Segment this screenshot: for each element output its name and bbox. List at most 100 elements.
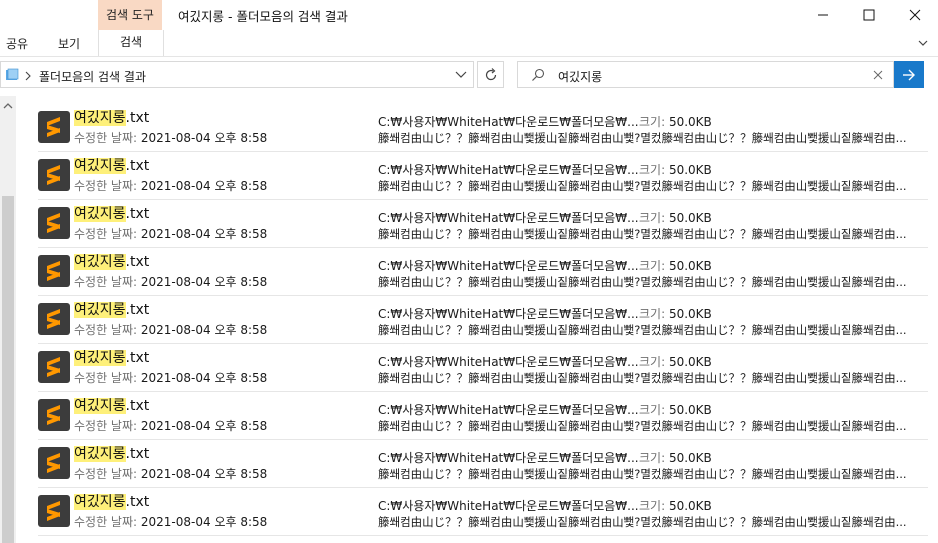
sublime-text-file-icon: [38, 351, 70, 383]
modified-date-field: 수정한 날짜: 2021-08-04 오후 8:58: [74, 129, 267, 146]
row-divider: [38, 535, 928, 536]
search-result-row[interactable]: 여깄지롱.txt 수정한 날짜: 2021-08-04 오후 8:58 C:₩사…: [16, 392, 938, 440]
file-size-value: 50.0KB: [668, 355, 712, 369]
file-content-preview: 籐쐐컴由山じ？？籐쐐컴由山뾏援山짙籐쐐컴由山뾏?멸컸籐쐐컴由山じ？？籐쐐컴由山뾏…: [378, 467, 907, 481]
file-name[interactable]: 여깄지롱.txt: [74, 443, 149, 463]
file-name-extension: .txt: [125, 206, 150, 222]
search-results-folder-icon: [6, 68, 19, 80]
vertical-scrollbar[interactable]: [0, 96, 16, 543]
modified-date-label: 수정한 날짜:: [74, 371, 138, 385]
modified-date-field: 수정한 날짜: 2021-08-04 오후 8:58: [74, 225, 267, 242]
breadcrumb-chevron-icon[interactable]: [24, 71, 32, 81]
file-size-value: 50.0KB: [668, 163, 712, 177]
ribbon-expand-button[interactable]: [916, 36, 930, 50]
search-result-row[interactable]: 여깄지롱.txt 수정한 날짜: 2021-08-04 오후 8:58 C:₩사…: [16, 104, 938, 152]
modified-date-value: 2021-08-04 오후 8:58: [140, 179, 268, 193]
tab-share[interactable]: 공유: [0, 33, 34, 55]
file-size-field: 크기: 50.0KB: [639, 209, 712, 226]
file-name-match: 여깄지롱: [74, 158, 126, 174]
address-path: 폴더모음의 검색 결과: [39, 70, 146, 84]
modified-date-label: 수정한 날짜:: [74, 515, 138, 529]
minimize-button[interactable]: [800, 0, 846, 30]
file-path: C:₩사용자₩WhiteHat₩다운로드₩폴더모음₩...: [378, 403, 639, 417]
chevron-down-icon: [918, 40, 928, 46]
file-name[interactable]: 여깄지롱.txt: [74, 299, 149, 319]
scrollbar-thumb[interactable]: [2, 196, 14, 543]
refresh-button[interactable]: [477, 61, 504, 88]
search-result-row[interactable]: 여깄지롱.txt 수정한 날짜: 2021-08-04 오후 8:58 C:₩사…: [16, 440, 938, 488]
search-results-list: 여깄지롱.txt 수정한 날짜: 2021-08-04 오후 8:58 C:₩사…: [16, 104, 938, 536]
modified-date-label: 수정한 날짜:: [74, 131, 138, 145]
file-content-preview: 籐쐐컴由山じ？？籐쐐컴由山뾏援山짙籐쐐컴由山뾏?멸컸籐쐐컴由山じ？？籐쐐컴由山뾏…: [378, 275, 907, 289]
sublime-text-file-icon: [38, 495, 70, 527]
file-name-extension: .txt: [125, 254, 150, 270]
scroll-up-icon[interactable]: [3, 102, 13, 110]
file-size-field: 크기: 50.0KB: [639, 497, 712, 514]
file-size-label: 크기:: [639, 163, 666, 177]
file-name[interactable]: 여깄지롱.txt: [74, 395, 149, 415]
modified-date-value: 2021-08-04 오후 8:58: [140, 323, 268, 337]
file-size-label: 크기:: [639, 211, 666, 225]
file-size-value: 50.0KB: [668, 499, 712, 513]
close-button[interactable]: [892, 0, 938, 30]
file-name-extension: .txt: [125, 350, 150, 366]
file-size-label: 크기:: [639, 307, 666, 321]
file-content-preview: 籐쐐컴由山じ？？籐쐐컴由山뾏援山짙籐쐐컴由山뾏?멸컸籐쐐컴由山じ？？籐쐐컴由山뾏…: [378, 179, 907, 193]
sublime-text-file-icon: [38, 159, 70, 191]
search-result-row[interactable]: 여깄지롱.txt 수정한 날짜: 2021-08-04 오후 8:58 C:₩사…: [16, 488, 938, 536]
file-size-value: 50.0KB: [668, 211, 712, 225]
clear-search-icon[interactable]: [873, 70, 883, 80]
sublime-text-file-icon: [38, 111, 70, 143]
file-size-value: 50.0KB: [668, 403, 712, 417]
search-result-row[interactable]: 여깄지롱.txt 수정한 날짜: 2021-08-04 오후 8:58 C:₩사…: [16, 152, 938, 200]
maximize-button[interactable]: [846, 0, 892, 30]
file-size-field: 크기: 50.0KB: [639, 113, 712, 130]
file-content-preview: 籐쐐컴由山じ？？籐쐐컴由山뾏援山짙籐쐐컴由山뾏?멸컸籐쐐컴由山じ？？籐쐐컴由山뾏…: [378, 515, 907, 529]
address-history-dropdown-icon[interactable]: [455, 70, 467, 80]
search-result-row[interactable]: 여깄지롱.txt 수정한 날짜: 2021-08-04 오후 8:58 C:₩사…: [16, 344, 938, 392]
file-name-extension: .txt: [125, 494, 150, 510]
search-go-button[interactable]: [894, 61, 924, 88]
file-name-match: 여깄지롱: [74, 110, 126, 126]
file-path: C:₩사용자₩WhiteHat₩다운로드₩폴더모음₩...: [378, 163, 639, 177]
sublime-text-file-icon: [38, 303, 70, 335]
modified-date-label: 수정한 날짜:: [74, 179, 138, 193]
search-icon: [532, 68, 545, 81]
file-name[interactable]: 여깄지롱.txt: [74, 107, 149, 127]
modified-date-value: 2021-08-04 오후 8:58: [140, 515, 268, 529]
arrow-right-icon: [903, 69, 915, 80]
file-path: C:₩사용자₩WhiteHat₩다운로드₩폴더모음₩...: [378, 259, 639, 273]
file-content-preview: 籐쐐컴由山じ？？籐쐐컴由山뾏援山짙籐쐐컴由山뾏?멸컸籐쐐컴由山じ？？籐쐐컴由山뾏…: [378, 371, 907, 385]
file-size-field: 크기: 50.0KB: [639, 449, 712, 466]
file-name[interactable]: 여깄지롱.txt: [74, 155, 149, 175]
file-size-label: 크기:: [639, 451, 666, 465]
file-size-label: 크기:: [639, 499, 666, 513]
file-name[interactable]: 여깄지롱.txt: [74, 203, 149, 223]
search-result-row[interactable]: 여깄지롱.txt 수정한 날짜: 2021-08-04 오후 8:58 C:₩사…: [16, 248, 938, 296]
file-content-preview: 籐쐐컴由山じ？？籐쐐컴由山뾏援山짙籐쐐컴由山뾏?멸컸籐쐐컴由山じ？？籐쐐컴由山뾏…: [378, 131, 907, 145]
refresh-icon: [485, 67, 496, 80]
file-name[interactable]: 여깄지롱.txt: [74, 491, 149, 511]
search-result-row[interactable]: 여깄지롱.txt 수정한 날짜: 2021-08-04 오후 8:58 C:₩사…: [16, 296, 938, 344]
modified-date-field: 수정한 날짜: 2021-08-04 오후 8:58: [74, 177, 267, 194]
file-name-match: 여깄지롱: [74, 494, 126, 510]
tab-view[interactable]: 보기: [52, 33, 86, 55]
tab-search[interactable]: 검색: [98, 30, 164, 56]
modified-date-field: 수정한 날짜: 2021-08-04 오후 8:58: [74, 513, 267, 530]
search-tools-context-tab: 검색 도구: [98, 0, 162, 30]
modified-date-label: 수정한 날짜:: [74, 275, 138, 289]
search-result-row[interactable]: 여깄지롱.txt 수정한 날짜: 2021-08-04 오후 8:58 C:₩사…: [16, 200, 938, 248]
window-title: 여깄지롱 - 폴더모음의 검색 결과: [178, 9, 348, 24]
address-bar[interactable]: 폴더모음의 검색 결과: [0, 61, 474, 88]
search-input[interactable]: 여깄지롱: [517, 61, 894, 88]
file-size-field: 크기: 50.0KB: [639, 353, 712, 370]
file-name-match: 여깄지롱: [74, 254, 126, 270]
file-size-label: 크기:: [639, 355, 666, 369]
file-name[interactable]: 여깄지롱.txt: [74, 347, 149, 367]
modified-date-value: 2021-08-04 오후 8:58: [140, 275, 268, 289]
maximize-icon: [863, 9, 875, 21]
file-name[interactable]: 여깄지롱.txt: [74, 251, 149, 271]
file-name-match: 여깄지롱: [74, 302, 126, 318]
modified-date-field: 수정한 날짜: 2021-08-04 오후 8:58: [74, 273, 267, 290]
sublime-text-file-icon: [38, 207, 70, 239]
